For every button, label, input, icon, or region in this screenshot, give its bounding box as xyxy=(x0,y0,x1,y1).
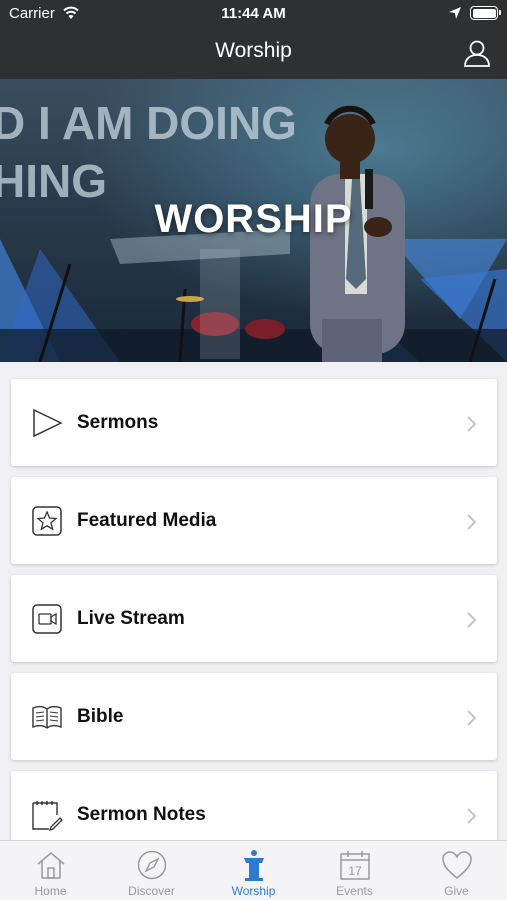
play-icon xyxy=(33,408,63,438)
menu-item-bible[interactable]: Bible xyxy=(11,673,497,760)
status-bar: Carrier 11:44 AM xyxy=(0,0,507,28)
menu-item-label: Sermon Notes xyxy=(77,804,206,825)
tab-bar: Home Discover Worship 17 Events Give xyxy=(0,840,507,900)
tab-label: Discover xyxy=(128,884,175,898)
hero-banner: D I AM DOING HING WORSHIP xyxy=(0,79,507,362)
tab-worship[interactable]: Worship xyxy=(203,841,304,900)
hero-title: WORSHIP xyxy=(154,197,353,241)
top-bar: Carrier 11:44 AM Worship xyxy=(0,0,507,79)
menu-item-label: Sermons xyxy=(77,412,159,433)
tab-events[interactable]: 17 Events xyxy=(304,841,405,900)
menu-item-label: Live Stream xyxy=(77,608,185,629)
notes-icon xyxy=(32,801,63,831)
tab-label: Worship xyxy=(231,884,276,898)
location-arrow-icon xyxy=(449,7,461,19)
calendar-icon: 17 xyxy=(340,851,370,880)
menu-item-label: Featured Media xyxy=(77,510,217,531)
tab-label: Events xyxy=(336,884,373,898)
person-icon[interactable] xyxy=(462,38,492,68)
calendar-day: 17 xyxy=(348,864,362,878)
chevron-right-icon xyxy=(467,710,477,726)
star-icon xyxy=(32,506,62,536)
tab-home[interactable]: Home xyxy=(0,841,101,900)
compass-icon xyxy=(137,850,167,880)
menu-item-sermons[interactable]: Sermons xyxy=(11,379,497,466)
chevron-right-icon xyxy=(467,612,477,628)
battery-icon xyxy=(470,6,501,20)
chevron-right-icon xyxy=(467,416,477,432)
clock: 11:44 AM xyxy=(221,5,286,22)
pulpit-icon xyxy=(244,850,264,881)
home-icon xyxy=(37,852,65,879)
page-title: Worship xyxy=(215,39,292,62)
heart-icon xyxy=(442,851,472,879)
video-icon xyxy=(32,604,62,634)
book-icon xyxy=(32,705,62,729)
menu-item-live-stream[interactable]: Live Stream xyxy=(11,575,497,662)
chevron-right-icon xyxy=(467,514,477,530)
backdrop-text-line1: D I AM DOING xyxy=(0,97,297,149)
tab-label: Home xyxy=(34,884,67,898)
tab-discover[interactable]: Discover xyxy=(101,841,202,900)
menu-item-featured-media[interactable]: Featured Media xyxy=(11,477,497,564)
chevron-right-icon xyxy=(467,808,477,824)
tab-label: Give xyxy=(444,884,469,898)
menu-item-label: Bible xyxy=(77,706,124,727)
tab-give[interactable]: Give xyxy=(406,841,507,900)
